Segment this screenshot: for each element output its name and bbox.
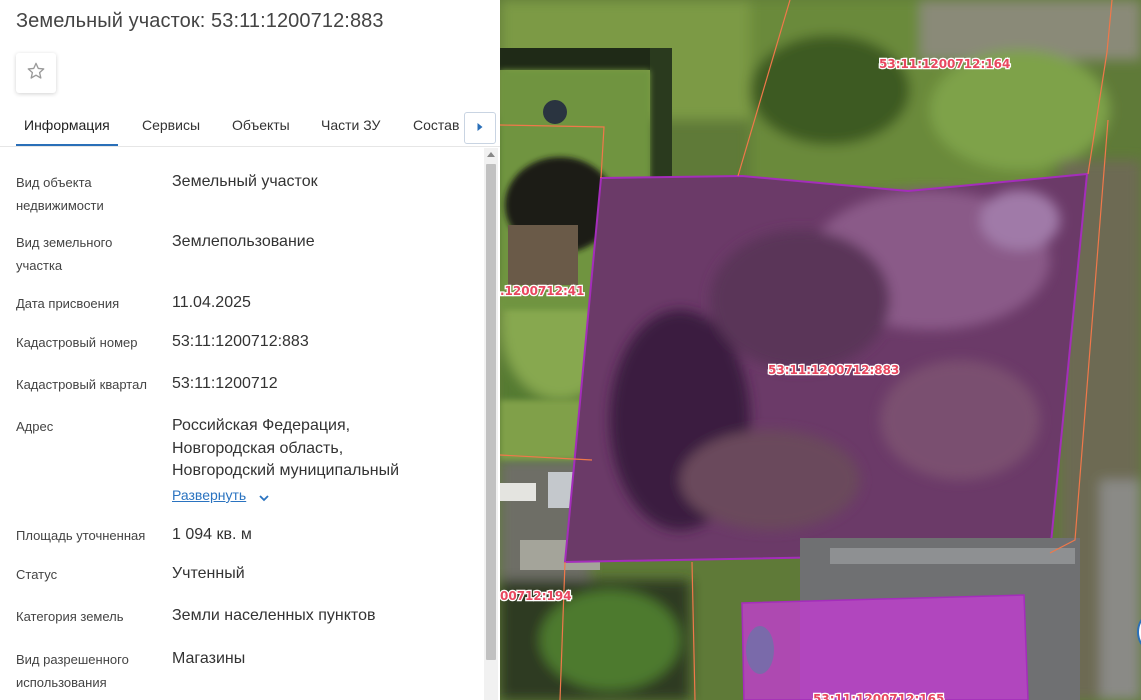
tab-objects[interactable]: Объекты [232,117,290,133]
info-value: Учтенный [172,565,245,582]
active-tab-indicator [16,144,118,146]
page-title: Земельный участок: 53:11:1200712:883 [16,10,384,32]
info-panel: Земельный участок: 53:11:1200712:883 Инф… [0,0,500,700]
info-value: Земли населенных пунктов [172,607,376,624]
info-value: 53:11:1200712 [172,375,278,392]
info-value: Земельный участок [172,173,318,190]
map-view[interactable]: 53:11:1200712:164 .1200712:41 53:11:1200… [500,0,1141,700]
parcel-label[interactable]: 53:11:1200712:883 [767,362,901,379]
parcel-label[interactable]: 53:11:1200712:164 [878,56,1012,73]
info-scrollbar[interactable] [484,148,498,700]
info-label: Статус [16,567,58,582]
parcel-label[interactable]: 53:11:1200712:165 [812,691,946,700]
satellite-map: 53:11:1200712:164 .1200712:41 53:11:1200… [500,0,1141,700]
info-label: Вид земельного участка [16,235,113,273]
shed-roof [508,225,578,285]
info-label: Кадастровый квартал [16,377,147,392]
tab-services[interactable]: Сервисы [142,117,200,133]
vehicle [746,626,774,674]
info-value: Магазины [172,650,246,667]
info-value: 11.04.2025 [172,294,251,311]
tab-land-parts[interactable]: Части ЗУ [321,117,380,133]
scroll-up-arrow-icon[interactable] [487,152,495,157]
building-parcel-165[interactable] [741,594,1029,700]
info-label: Вид разрешенного использования [16,652,129,690]
parcel-label[interactable]: .1200712:41 [500,283,586,300]
caret-right-icon [476,119,484,137]
tab-information[interactable]: Информация [24,117,110,133]
info-value: 53:11:1200712:883 [172,333,309,350]
address-line: Новгородский муниципальный [172,462,399,479]
scrollbar-thumb[interactable] [486,164,496,660]
address-line: Новгородская область, [172,439,344,457]
info-value: 1 094 кв. м [172,526,252,543]
parcel-label[interactable]: 00712:194 [500,588,573,605]
tab-bar: Информация Сервисы Объекты Части ЗУ Сост… [0,104,500,147]
tabs-scroll-right-button[interactable] [464,112,496,144]
hedge [500,48,668,70]
info-list: Вид объекта недвижимости Земельный участ… [0,148,482,700]
info-value: Землепользование [172,233,315,250]
info-label: Категория земель [16,609,124,624]
info-label: Вид объекта недвижимости [16,175,104,213]
chevron-down-icon[interactable] [258,490,270,508]
address-line: Российская Федерация, [172,417,351,434]
info-label: Площадь уточненная [16,528,146,543]
info-label: Адрес [16,419,54,434]
star-outline-icon [26,61,46,86]
info-label: Кадастровый номер [16,335,138,350]
building-roof [830,548,1075,564]
tab-composition[interactable]: Состав [413,117,459,133]
small-roof [500,483,536,501]
favorite-button[interactable] [16,53,56,93]
garden-object [543,100,567,124]
expand-address-link[interactable]: Развернуть [172,487,246,503]
info-label: Дата присвоения [16,296,120,311]
